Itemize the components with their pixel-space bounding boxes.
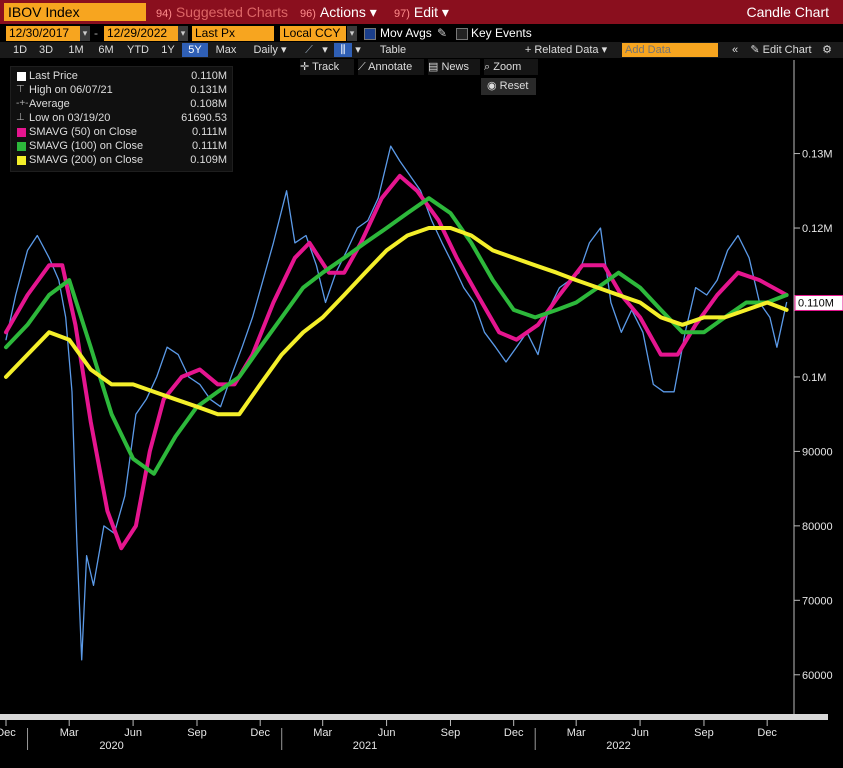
x-tick-label: Jun	[378, 727, 396, 739]
x-tick-label: Sep	[441, 727, 461, 739]
legend-panel: Last Price 0.110M ⊤ High on 06/07/21 0.1…	[10, 66, 233, 172]
x-tick-label: Dec	[757, 727, 777, 739]
legend-name: Low on 03/19/20	[29, 112, 111, 124]
series-lines	[4, 145, 789, 661]
x-year-label: 2020	[99, 740, 123, 752]
y-tick-label: 0.1M	[802, 372, 826, 384]
legend-sma200[interactable]: SMAVG (200) on Close 0.109M	[15, 153, 229, 167]
last-price-tag-label: 0.110M	[798, 297, 834, 309]
y-axis: 0.13M 0.12M 0.1M 90000 80000 70000 60000	[793, 60, 833, 718]
legend-name: SMAVG (50) on Close	[29, 126, 138, 138]
average-marker-icon: -+-	[16, 98, 29, 109]
x-tick-label: Mar	[60, 727, 79, 739]
legend-value: 0.111M	[191, 140, 227, 152]
y-tick-label: 0.13M	[802, 149, 833, 161]
series-line-smavg-50-on-close	[4, 173, 789, 551]
y-tick-label: 70000	[802, 595, 833, 607]
legend-name: Average	[29, 98, 70, 110]
legend-last-price[interactable]: Last Price 0.110M	[15, 69, 229, 83]
legend-value: 0.109M	[190, 154, 227, 166]
legend-value: 61690.53	[181, 112, 227, 124]
price-tags: 0.110M	[794, 294, 843, 311]
legend-value: 0.111M	[191, 126, 227, 138]
legend-swatch-white	[17, 72, 26, 81]
legend-swatch-yellow	[17, 156, 26, 165]
y-tick-label: 0.12M	[802, 223, 833, 235]
x-tick-label: Jun	[631, 727, 649, 739]
x-tick-label: Sep	[187, 727, 207, 739]
legend-high[interactable]: ⊤ High on 06/07/21 0.131M	[15, 83, 229, 97]
y-tick-label: 60000	[802, 670, 833, 682]
x-tick-label: Dec	[504, 727, 524, 739]
low-marker-icon: ⊥	[16, 112, 25, 123]
x-tick-label: Dec	[250, 727, 270, 739]
legend-name: SMAVG (200) on Close	[29, 154, 144, 166]
y-tick-label: 90000	[802, 446, 833, 458]
legend-swatch-magenta	[17, 128, 26, 137]
legend-name: High on 06/07/21	[29, 84, 113, 96]
x-axis-scrollbar	[0, 714, 828, 720]
y-tick-label: 80000	[802, 521, 833, 533]
x-tick-label: Dec	[0, 727, 16, 739]
legend-average[interactable]: -+- Average 0.108M	[15, 97, 229, 111]
legend-name: SMAVG (100) on Close	[29, 140, 144, 152]
legend-value: 0.131M	[190, 84, 227, 96]
series-line-smavg-200-on-close	[4, 226, 789, 417]
legend-swatch-green	[17, 142, 26, 151]
legend-value: 0.108M	[190, 98, 227, 110]
legend-value: 0.110M	[191, 70, 227, 82]
x-tick-label: Jun	[124, 727, 142, 739]
legend-sma100[interactable]: SMAVG (100) on Close 0.111M	[15, 139, 229, 153]
series-line-smavg-100-on-close	[4, 196, 789, 476]
high-marker-icon: ⊤	[16, 84, 25, 95]
x-tick-label: Sep	[694, 727, 714, 739]
x-tick-label: Mar	[313, 727, 332, 739]
x-year-label: 2022	[606, 740, 630, 752]
legend-sma50[interactable]: SMAVG (50) on Close 0.111M	[15, 125, 229, 139]
legend-low[interactable]: ⊥ Low on 03/19/20 61690.53	[15, 111, 229, 125]
legend-name: Last Price	[29, 70, 78, 82]
x-axis: Dec Mar Jun Sep Dec Mar Jun Sep Dec Mar Jun Sep Dec 2…	[0, 714, 828, 752]
x-year-label: 2021	[353, 740, 377, 752]
x-tick-label: Mar	[567, 727, 586, 739]
